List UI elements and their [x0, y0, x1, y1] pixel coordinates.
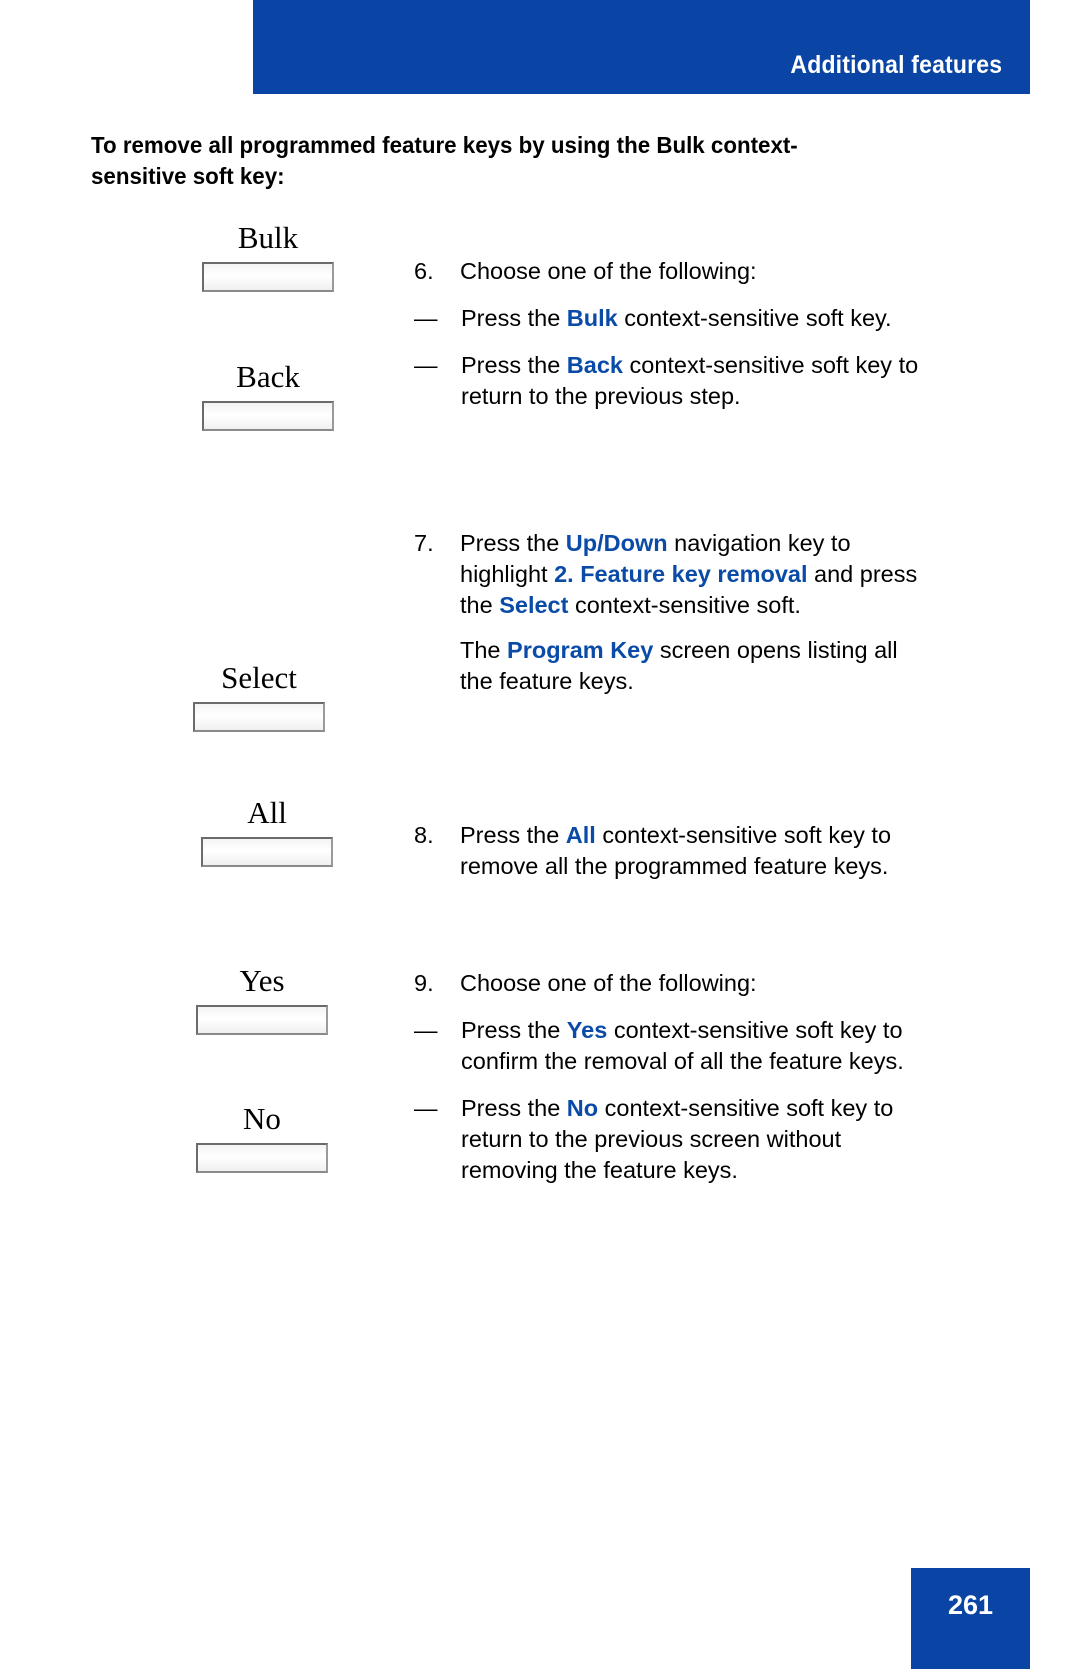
softkey-back: Back	[202, 359, 334, 431]
keyword-back: Back	[566, 352, 623, 378]
step-9-substep-2: — Press the No context-sensitive soft ke…	[414, 1093, 934, 1186]
step-7-number: 7.	[414, 530, 434, 556]
step-9-substep-2-text: Press the No context-sensitive soft key …	[461, 1093, 934, 1186]
softkey-bulk-button[interactable]	[202, 262, 334, 292]
keyword-feature-key-removal: 2. Feature key removal	[554, 561, 808, 587]
step-8-text: Press the All context-sensitive soft key…	[460, 820, 924, 882]
softkey-bulk: Bulk	[202, 220, 334, 292]
step-8: 8. Press the All context-sensitive soft …	[414, 820, 924, 882]
softkey-bulk-label: Bulk	[237, 220, 299, 255]
softkey-select-label: Select	[221, 660, 297, 695]
step-7-main: 7. Press the Up/Down navigation key to h…	[414, 528, 919, 621]
keyword-bulk: Bulk	[566, 305, 618, 331]
step-6-substep-1: — Press the Bulk context-sensitive soft …	[414, 303, 954, 334]
softkey-no-label: No	[243, 1101, 281, 1136]
step-7: 7. Press the Up/Down navigation key to h…	[414, 528, 919, 697]
step-7-note: The Program Key screen opens listing all…	[460, 635, 919, 697]
keyword-all: All	[565, 822, 596, 848]
keyword-up-down: Up/Down	[565, 530, 668, 556]
em-dash-icon: —	[414, 305, 438, 331]
softkey-all-label: All	[247, 795, 287, 830]
substep-text-tail: context-sensitive soft key.	[617, 305, 892, 331]
step-8-main: 8. Press the All context-sensitive soft …	[414, 820, 924, 882]
step-6-substep-1-text: Press the Bulk context-sensitive soft ke…	[461, 303, 892, 334]
step-6-number: 6.	[414, 258, 434, 284]
em-dash-icon: —	[414, 1095, 438, 1121]
step-9-number: 9.	[414, 970, 434, 996]
step-7-seg-4: context-sensitive soft.	[568, 592, 801, 618]
softkey-all-button[interactable]	[201, 837, 333, 867]
em-dash-icon: —	[414, 352, 438, 378]
page-number-box: 261	[911, 1568, 1030, 1669]
softkey-no: No	[196, 1101, 328, 1173]
note-seg-1: The	[460, 637, 508, 663]
softkey-yes: Yes	[196, 963, 328, 1035]
softkey-no-button[interactable]	[196, 1143, 328, 1173]
softkey-yes-label: Yes	[239, 963, 285, 998]
step-6-substep-2: — Press the Back context-sensitive soft …	[414, 350, 954, 412]
step-8-seg-1: Press the	[460, 822, 566, 848]
substep-text-lead: Press the	[461, 1017, 567, 1043]
substep-text-lead: Press the	[461, 305, 567, 331]
em-dash-icon: —	[414, 1017, 438, 1043]
step-7-text: Press the Up/Down navigation key to high…	[460, 528, 919, 621]
softkey-back-button[interactable]	[202, 401, 334, 431]
keyword-no: No	[566, 1095, 599, 1121]
step-6-main: 6. Choose one of the following:	[414, 256, 954, 287]
substep-text-lead: Press the	[461, 352, 567, 378]
step-9: 9. Choose one of the following: — Press …	[414, 968, 934, 1186]
softkey-select: Select	[193, 660, 325, 732]
keyword-select: Select	[499, 592, 569, 618]
step-9-main: 9. Choose one of the following:	[414, 968, 934, 999]
step-9-substep-1: — Press the Yes context-sensitive soft k…	[414, 1015, 934, 1077]
step-8-number: 8.	[414, 822, 434, 848]
step-6-text: Choose one of the following:	[460, 258, 757, 284]
keyword-program-key: Program Key	[507, 637, 654, 663]
keyword-yes: Yes	[566, 1017, 608, 1043]
step-6-substep-2-text: Press the Back context-sensitive soft ke…	[461, 350, 954, 412]
page-number: 261	[947, 1590, 994, 1620]
softkey-select-button[interactable]	[193, 702, 325, 732]
step-6: 6. Choose one of the following: — Press …	[414, 256, 954, 412]
step-7-seg-1: Press the	[460, 530, 566, 556]
step-9-substep-1-text: Press the Yes context-sensitive soft key…	[461, 1015, 934, 1077]
step-9-text: Choose one of the following:	[460, 970, 757, 996]
step-7-note-row: The Program Key screen opens listing all…	[414, 621, 919, 697]
softkey-all: All	[201, 795, 333, 867]
softkey-yes-button[interactable]	[196, 1005, 328, 1035]
page-body: Bulk Back Select All Yes No 6. Choose on…	[0, 0, 1080, 1669]
softkey-back-label: Back	[236, 359, 300, 394]
substep-text-lead: Press the	[461, 1095, 567, 1121]
